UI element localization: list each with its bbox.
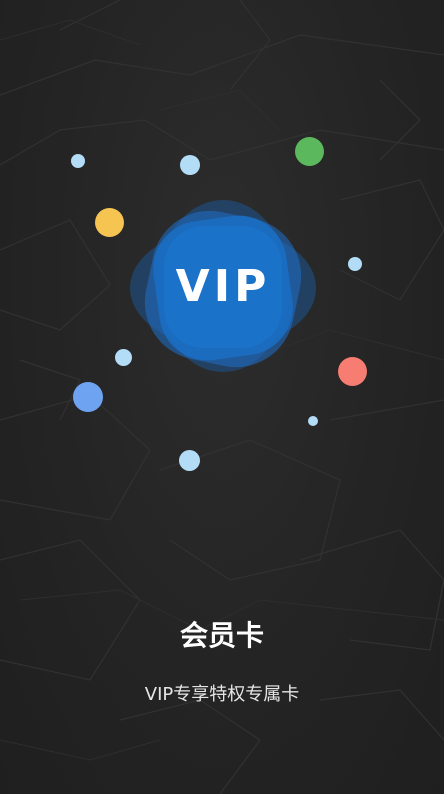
light-blue-dot <box>179 450 200 471</box>
page-subtitle: VIP专享特权专属卡 <box>144 684 300 705</box>
coral-dot <box>338 357 367 386</box>
blue-dot <box>73 382 103 412</box>
light-blue-dot <box>180 155 200 175</box>
splash-screen: VIP 会员卡 VIP专享特权专属卡 <box>0 0 444 794</box>
green-dot <box>295 137 324 166</box>
light-blue-dot <box>348 257 362 271</box>
page-title: 会员卡 <box>179 619 264 652</box>
background-pattern <box>0 0 444 794</box>
vip-badge: VIP <box>126 196 320 376</box>
light-blue-dot <box>71 154 85 168</box>
light-blue-dot <box>308 416 318 426</box>
vip-label: VIP <box>175 260 271 312</box>
yellow-dot <box>95 208 124 237</box>
